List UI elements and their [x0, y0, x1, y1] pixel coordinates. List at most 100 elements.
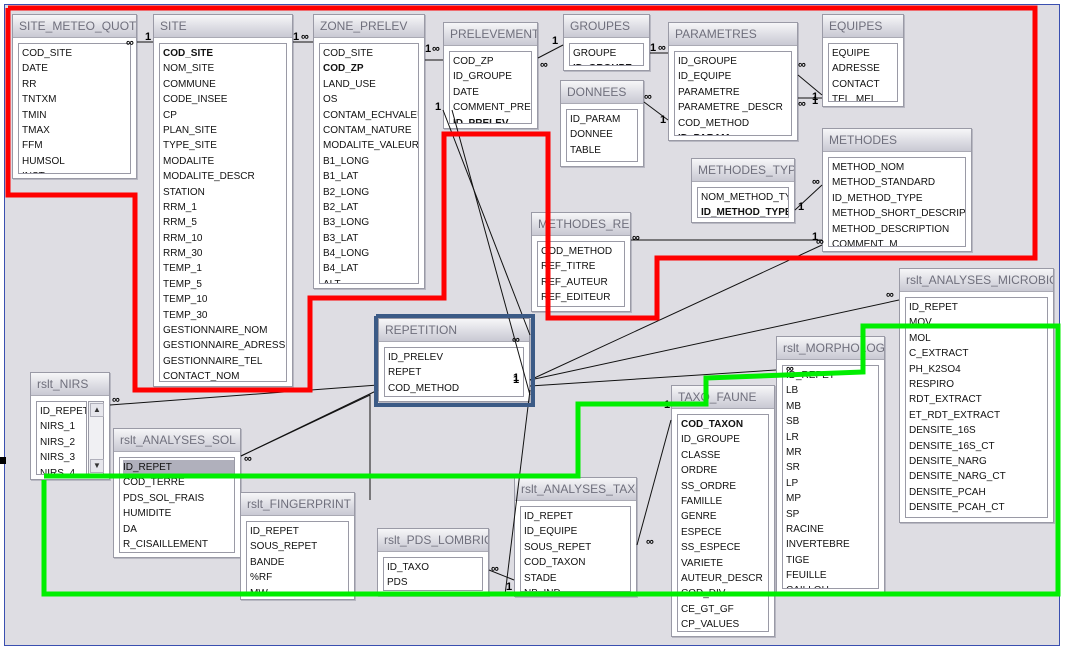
primary-key-field[interactable]: COD_TAXON [681, 417, 768, 432]
field[interactable]: FAMILLE [681, 494, 768, 509]
field[interactable]: DATE [22, 61, 130, 76]
field[interactable]: FEUILLE [786, 568, 878, 583]
field[interactable]: COD_TERRE [123, 475, 234, 490]
field[interactable]: ID_TAXO [387, 560, 482, 575]
field[interactable]: CONTACT_NOM [163, 369, 286, 381]
field[interactable]: COD_ZP [453, 54, 531, 69]
field[interactable]: CODE_INSEE [163, 92, 286, 107]
field[interactable]: DENSITE_PCAH [909, 485, 1047, 500]
field[interactable]: STADE [524, 571, 630, 586]
field[interactable]: SOUS_REPET [524, 540, 630, 555]
field[interactable]: ALT [323, 277, 418, 283]
table-donnees[interactable]: DONNEES ID_PARAMDONNEETABLECHAMP [560, 80, 644, 167]
field[interactable]: CAILLOU [786, 583, 878, 588]
table-site[interactable]: SITE COD_SITE NOM_SITE COMMUNE CODE_INSEE CP P… [153, 14, 293, 387]
field-list[interactable]: ID_REPETNIRS_1NIRS_2NIRS_3NIRS_4NIRS_5 [36, 401, 87, 475]
field[interactable]: SP [786, 507, 878, 522]
field-list[interactable]: ID_REPET LB MB SB LR MR SR LP MP SP RACINE INVERTEB… [782, 365, 879, 589]
table-site-meteo-quot[interactable]: SITE_METEO_QUOT COD_SITE DATE RR TNTXM TMIN TM… [12, 14, 137, 179]
field[interactable]: ID_PRELEV [388, 350, 523, 365]
field-list[interactable]: ID_REPET ID_EQUIPE SOUS_REPET COD_TAXON STAD… [520, 506, 631, 592]
table-title[interactable]: METHODES_TYPE [692, 159, 794, 182]
table-title[interactable]: PARAMETRES [669, 23, 797, 46]
field[interactable]: ACTIVITE_NARG [909, 515, 1047, 517]
field[interactable]: TEMP_10 [163, 292, 286, 307]
field[interactable]: B1_LAT [323, 169, 418, 184]
field[interactable]: ID_REPET [786, 368, 878, 383]
field[interactable]: MW [250, 586, 348, 594]
table-title[interactable]: rslt_PDS_LOMBRIC [378, 529, 488, 552]
field-list[interactable]: NOM_METHOD_TYPEID_METHOD_TYPE [697, 187, 789, 218]
table-title[interactable]: ZONE_PRELEV [314, 15, 424, 38]
field[interactable]: RR [22, 77, 130, 92]
field[interactable]: HUMSOL [22, 154, 130, 169]
table-rslt-morphology[interactable]: rslt_MORPHOLOGY ID_REPET LB MB SB LR MR SR LP MP S… [776, 336, 885, 594]
field[interactable]: MR [786, 445, 878, 460]
field[interactable]: REF_ANNEE [541, 306, 624, 307]
table-title[interactable]: SITE_METEO_QUOT [13, 15, 136, 38]
field[interactable]: ID_GROUPE [681, 432, 768, 447]
field[interactable]: RRM_10 [163, 231, 286, 246]
primary-key-field[interactable]: ID_GROUPE [573, 61, 643, 65]
field[interactable]: C_EXTRACT [909, 346, 1047, 361]
field[interactable]: GESTIONNAIRE_NOM [163, 323, 286, 338]
field[interactable]: %RF [250, 570, 348, 585]
table-title[interactable]: PRELEVEMENT [444, 23, 537, 46]
table-groupes[interactable]: GROUPES GROUPEID_GROUPE [563, 14, 650, 71]
table-title[interactable]: rslt_MORPHOLOGY [777, 337, 884, 360]
primary-key-field[interactable]: COD_SITE [163, 46, 286, 61]
field[interactable]: DENSITE_NARG_CT [909, 469, 1047, 484]
field-list[interactable]: COD_SITECOD_ZPLAND_USEOSCONTAM_ECHVALEUR… [319, 43, 419, 284]
field[interactable]: COD_TAXON [524, 555, 630, 570]
field[interactable]: EQUIPE [832, 46, 897, 61]
field[interactable]: MOL [909, 331, 1047, 346]
field[interactable]: B1_LONG [323, 154, 418, 169]
field-list[interactable]: ID_REPETSOUS_REPETBANDE%RFMWINT_OD [246, 521, 349, 595]
field[interactable]: ESPECE [681, 525, 768, 540]
field[interactable]: CHAMP [570, 158, 637, 161]
table-equipes[interactable]: EQUIPES EQUIPEADRESSECONTACTTEL_MELID_EQU… [822, 14, 904, 107]
field[interactable]: COD_METHOD [678, 116, 791, 131]
field[interactable]: REPET [388, 365, 523, 380]
field[interactable]: MOV [909, 315, 1047, 330]
field[interactable]: INST [22, 169, 130, 173]
field-list[interactable]: ID_PRELEVREPETCOD_METHODID_REPET [384, 347, 524, 397]
field[interactable]: ID_GROUPE [678, 54, 791, 69]
field[interactable]: NIRS_2 [40, 435, 86, 450]
primary-key-field[interactable]: ID_PARAM [678, 131, 791, 135]
table-title[interactable]: METHODES [823, 129, 971, 152]
field[interactable]: SS_ESPECE [681, 540, 768, 555]
field[interactable]: NOM_METHOD_TYPE [701, 190, 788, 205]
field[interactable]: RACINE [786, 522, 878, 537]
field[interactable]: BANDE [250, 555, 348, 570]
field[interactable]: COD_DIV [681, 586, 768, 601]
field[interactable]: PARAMETRE [678, 85, 791, 100]
table-rslt-analyses-microbio[interactable]: rslt_ANALYSES_MICROBIO ID_REPET MOV MOL C_EX… [899, 268, 1054, 523]
field[interactable]: ID_METHOD_TYPE [832, 191, 965, 206]
field[interactable]: ID_REPET [40, 404, 86, 419]
primary-key-field[interactable]: ID_PRELEV [453, 116, 531, 123]
field[interactable]: NIRS_1 [40, 419, 86, 434]
field[interactable]: FFM [22, 138, 130, 153]
field[interactable]: SS_ORDRE [681, 479, 768, 494]
field[interactable]: NIRS_3 [40, 450, 86, 465]
field[interactable]: METHOD_STANDARD [832, 175, 965, 190]
field[interactable]: TEL_MEL [832, 92, 897, 101]
field[interactable]: TIGE [786, 553, 878, 568]
table-repetition[interactable]: REPETITION ID_PRELEVREPETCOD_METHODID_REP… [378, 318, 530, 402]
table-title[interactable]: GROUPES [564, 15, 649, 38]
table-title[interactable]: DONNEES [561, 81, 643, 104]
field[interactable]: PDS_SOL_FRAIS [123, 491, 234, 506]
field[interactable]: METHOD_DESCRIPTION [832, 222, 965, 237]
table-methodes[interactable]: METHODES METHOD_NOM METHOD_STANDARD ID_METH… [822, 128, 972, 252]
window-resize-handle[interactable] [0, 457, 6, 464]
field[interactable]: GESTIONNAIRE_ADRESSE [163, 338, 286, 353]
field[interactable]: MODALITE_DESCR [163, 169, 286, 184]
field[interactable]: ID_REPET [250, 524, 348, 539]
field[interactable]: PH_K2SO4 [909, 362, 1047, 377]
field[interactable]: NB_IND [524, 586, 630, 591]
field[interactable]: GENRE [681, 509, 768, 524]
field-list[interactable]: COD_METHOD REF_TITRE REF_AUTEUR REF_EDITEUR… [537, 241, 625, 307]
table-zone-prelev[interactable]: ZONE_PRELEV COD_SITE COD_ZP LAND_USE OS CONTA… [313, 14, 425, 289]
field[interactable]: ID_EQUIPE [678, 69, 791, 84]
